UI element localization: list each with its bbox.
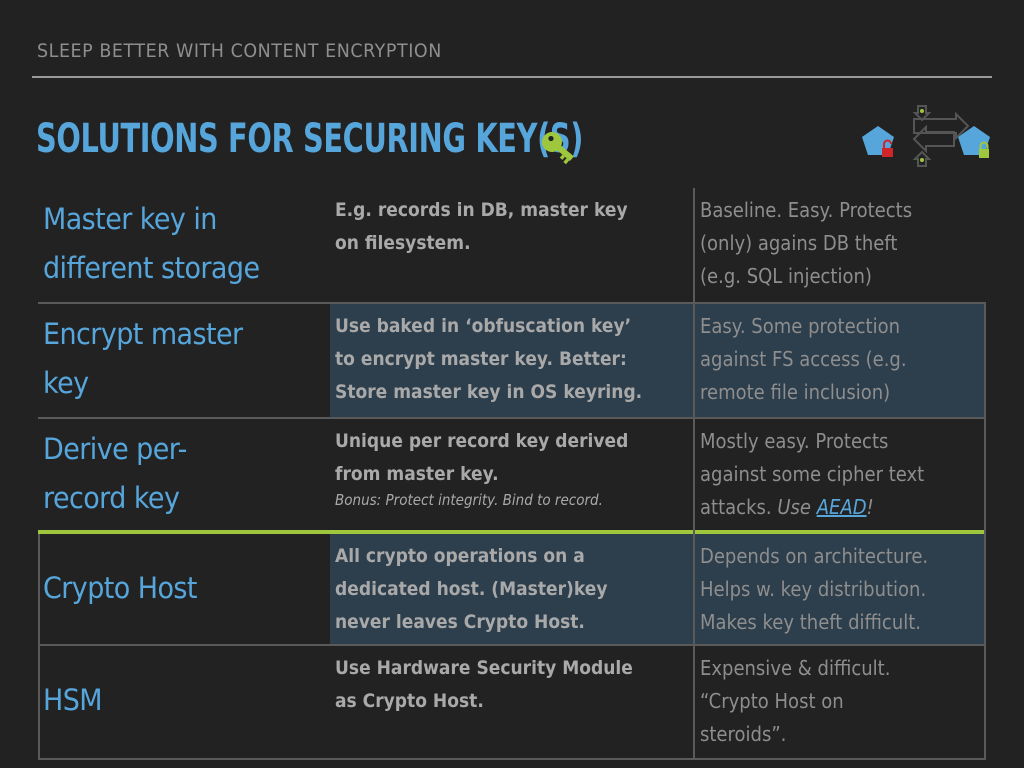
assessment-cell: Depends on architecture. Helps w. key di… [694, 534, 986, 644]
assessment-cell: Baseline. Easy. Protects (only) agains D… [694, 188, 986, 302]
assessment-text: Depends on architecture. Helps w. key di… [700, 540, 928, 639]
table-left-border [38, 534, 40, 760]
table-row: Crypto Host All crypto operations on a d… [38, 534, 986, 644]
assessment-line: Makes key theft difficult. [700, 610, 922, 634]
table-row: HSM Use Hardware Security Module as Cryp… [38, 646, 986, 758]
assessment-line: Expensive & difficult. [700, 656, 891, 680]
assessment-line: (e.g. SQL injection) [700, 264, 872, 288]
assessment-text: Easy. Some protection against FS access … [700, 310, 907, 409]
description-text: Unique per record key derived from maste… [335, 425, 628, 511]
solution-name-line: Derive per- [43, 432, 187, 466]
assessment-line: Helps w. key distribution. [700, 577, 927, 601]
solution-name-cell: Crypto Host [38, 534, 330, 644]
bonus-note: Bonus: Protect integrity. Bind to record… [335, 491, 603, 509]
description-line: Unique per record key derived [335, 430, 629, 452]
solution-name-line: Encrypt master [43, 317, 243, 351]
description-cell: Use Hardware Security Module as Crypto H… [330, 646, 694, 758]
assessment-text: Expensive & difficult. “Crypto Host on s… [700, 652, 890, 751]
row-divider [38, 417, 986, 419]
encrypted-transfer-diagram-icon [862, 105, 990, 167]
assessment-cell: Mostly easy. Protects against some ciphe… [694, 419, 986, 530]
assessment-line: steroids”. [700, 722, 787, 746]
section-kicker: SLEEP BETTER WITH CONTENT ENCRYPTION [37, 40, 442, 62]
description-line: E.g. records in DB, master key [335, 199, 628, 221]
slide-title: SOLUTIONS FOR SECURING KEY(S) [36, 116, 584, 162]
solution-name: Derive per- record key [43, 425, 187, 523]
emphasis-text: ! [866, 495, 874, 519]
description-line: Store master key in OS keyring. [335, 381, 643, 403]
description-line: All crypto operations on a [335, 545, 585, 567]
description-line: as Crypto Host. [335, 690, 484, 712]
assessment-line: Mostly easy. Protects [700, 429, 889, 453]
description-cell: All crypto operations on a dedicated hos… [330, 534, 694, 644]
highlight-divider [38, 530, 986, 534]
solution-name: HSM [43, 676, 103, 725]
description-line: on filesystem. [335, 232, 471, 254]
assessment-line: against FS access (e.g. [700, 347, 907, 371]
solution-name-line: record key [43, 481, 180, 515]
assessment-line: (only) agains DB theft [700, 231, 898, 255]
assessment-line: against some cipher text [700, 462, 925, 486]
description-line: never leaves Crypto Host. [335, 611, 585, 633]
solution-name-line: Master key in [43, 202, 217, 236]
solution-name-line: key [43, 366, 89, 400]
description-cell: Unique per record key derived from maste… [330, 419, 694, 530]
description-text: E.g. records in DB, master key on filesy… [335, 194, 628, 260]
description-line: to encrypt master key. Better: [335, 348, 627, 370]
table-row: Derive per- record key Unique per record… [38, 419, 986, 530]
assessment-text-span: attacks. [700, 495, 778, 519]
description-cell: Use baked in ‘obfuscation key’ to encryp… [330, 304, 694, 417]
row-divider [38, 644, 986, 646]
row-divider [38, 302, 986, 304]
assessment-line: Baseline. Easy. Protects [700, 198, 913, 222]
solution-name-cell: Derive per- record key [38, 419, 330, 530]
assessment-text: Baseline. Easy. Protects (only) agains D… [700, 194, 912, 293]
key-icon [542, 132, 574, 165]
aead-link[interactable]: AEAD [817, 495, 867, 519]
description-text: Use baked in ‘obfuscation key’ to encryp… [335, 310, 642, 409]
assessment-cell: Expensive & difficult. “Crypto Host on s… [694, 646, 986, 758]
left-node-icon [862, 126, 894, 157]
solution-name-line: HSM [43, 683, 103, 717]
table-bottom-border [38, 758, 986, 760]
solution-name: Crypto Host [43, 564, 197, 613]
table-right-border [984, 302, 986, 760]
solution-name-line: different storage [43, 251, 260, 285]
solution-name: Master key in different storage [43, 195, 260, 293]
description-text: All crypto operations on a dedicated hos… [335, 540, 608, 639]
assessment-text: Mostly easy. Protects against some ciphe… [700, 425, 924, 524]
assessment-cell: Easy. Some protection against FS access … [694, 304, 986, 417]
table-row: Master key in different storage E.g. rec… [38, 188, 986, 302]
description-line: Use baked in ‘obfuscation key’ [335, 315, 632, 337]
solution-name-cell: HSM [38, 646, 330, 758]
assessment-line: Depends on architecture. [700, 544, 929, 568]
assessment-line: Easy. Some protection [700, 314, 901, 338]
column-divider [693, 188, 695, 760]
assessment-line: attacks. Use AEAD! [700, 491, 924, 524]
table-row: Encrypt master key Use baked in ‘obfusca… [38, 304, 986, 417]
description-line: dedicated host. (Master)key [335, 578, 608, 600]
header-divider [32, 76, 992, 78]
description-cell: E.g. records in DB, master key on filesy… [330, 188, 694, 302]
solution-name-cell: Master key in different storage [38, 188, 330, 302]
solution-name: Encrypt master key [43, 310, 243, 408]
emphasis-text: Use [777, 495, 817, 519]
solution-name-line: Crypto Host [43, 571, 197, 605]
description-text: Use Hardware Security Module as Crypto H… [335, 652, 633, 718]
assessment-line: “Crypto Host on [700, 689, 844, 713]
description-line: Use Hardware Security Module [335, 657, 633, 679]
solution-name-cell: Encrypt master key [38, 304, 330, 417]
assessment-line: remote file inclusion) [700, 380, 891, 404]
description-line: from master key. [335, 463, 499, 485]
